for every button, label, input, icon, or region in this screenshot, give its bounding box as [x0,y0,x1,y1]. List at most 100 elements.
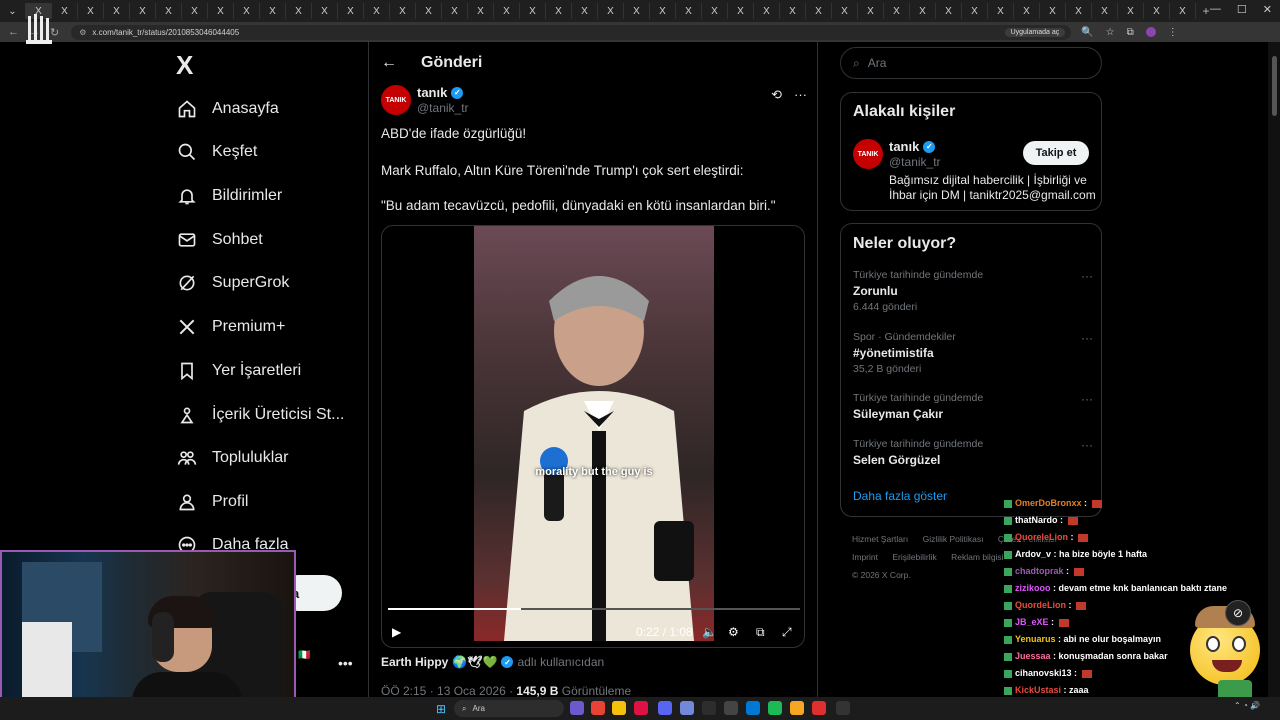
browser-tab[interactable]: X [1066,3,1092,19]
spotify-icon[interactable] [768,701,782,715]
browser-tab[interactable]: X [1092,3,1118,19]
taskbar-app-icon[interactable] [812,701,826,715]
back-arrow-icon[interactable]: ← [8,26,19,39]
author-name[interactable]: tanık [417,85,447,100]
browser-tab[interactable]: X [832,3,858,19]
chrome-icon[interactable] [591,701,605,715]
video-player[interactable]: morality but the guy is ▶ 0:22 / 1:08 🔈 … [381,225,805,648]
nav-item[interactable]: Anasayfa [176,94,279,124]
play-icon[interactable]: ▶ [392,625,401,639]
nav-item[interactable]: Topluluklar [176,443,288,473]
browser-tab[interactable]: X [676,3,702,19]
taskbar-app-icon[interactable] [836,701,850,715]
trend-more-icon[interactable]: ··· [1081,392,1093,406]
browser-tab[interactable]: X [728,3,754,19]
maximize-icon[interactable]: ☐ [1237,3,1247,16]
open-in-app-button[interactable]: Uygulamada aç [1004,27,1066,37]
browser-tab[interactable]: X [312,3,338,19]
tab-list-menu-icon[interactable]: ⌄ [0,3,26,19]
browser-tab[interactable]: X [1170,3,1196,19]
browser-tab[interactable]: X [468,3,494,19]
system-tray[interactable]: ⌃ ◔ 🔊 [1234,701,1260,710]
menu-dots-icon[interactable]: ⋮ [1168,27,1178,38]
browser-tab[interactable]: X [390,3,416,19]
browser-tab[interactable]: X [182,3,208,19]
close-icon[interactable]: ✕ [1263,3,1272,16]
scrollbar-track[interactable] [1268,42,1280,697]
browser-tab[interactable]: X [884,3,910,19]
nav-item[interactable]: SuperGrok [176,268,289,298]
browser-tab[interactable]: X [936,3,962,19]
scrollbar-thumb[interactable] [1272,56,1277,116]
profile-avatar-icon[interactable] [1145,26,1156,37]
taskbar-app-icon[interactable] [702,701,716,715]
extensions-icon[interactable]: ⧉ [1127,27,1134,38]
taskbar-app-icon[interactable] [634,701,648,715]
taskbar-app-icon[interactable] [570,701,584,715]
nav-item[interactable]: Bildirimler [176,181,282,211]
video-frame[interactable]: morality but the guy is [474,226,714,641]
nav-item[interactable]: Premium+ [176,312,285,342]
browser-tab[interactable]: X [1118,3,1144,19]
browser-tab[interactable]: X [494,3,520,19]
browser-tab[interactable]: X [338,3,364,19]
footer-link[interactable]: Gizlilik Politikası [923,534,984,544]
browser-tab[interactable]: X [234,3,260,19]
browser-tab[interactable]: X [702,3,728,19]
browser-tab[interactable]: X [1144,3,1170,19]
taskbar-app-icon[interactable] [746,701,760,715]
zoom-icon[interactable]: 🔍 [1081,27,1093,38]
browser-tab[interactable]: X [104,3,130,19]
browser-tab[interactable]: X [858,3,884,19]
browser-tab[interactable]: X [156,3,182,19]
author-handle[interactable]: @tanik_tr [417,101,469,115]
browser-tab[interactable]: X [572,3,598,19]
trend-item[interactable]: Türkiye tarihinde gündemde Süleyman Çakır… [853,392,1093,421]
browser-tab[interactable]: X [286,3,312,19]
show-more-link[interactable]: Daha fazla göster [853,489,947,503]
footer-link[interactable]: Reklam bilgisi [951,552,1003,562]
trend-more-icon[interactable]: ··· [1081,331,1093,345]
site-info-icon[interactable]: ⚙ [79,28,86,37]
related-avatar[interactable]: TANIK [853,139,883,169]
author-avatar[interactable]: TANIK [381,85,411,115]
browser-tab[interactable]: X [624,3,650,19]
browser-tab[interactable]: X [130,3,156,19]
volume-icon[interactable]: 🔈 [702,625,717,639]
browser-tab[interactable]: X [52,3,78,19]
more-options-icon[interactable]: ··· [794,87,807,103]
browser-tab[interactable]: X [988,3,1014,19]
footer-link[interactable]: Imprint [852,552,878,562]
taskbar-search[interactable]: ⌕ Ara [454,700,564,717]
browser-tab[interactable]: X [650,3,676,19]
taskbar-app-icon[interactable] [724,701,738,715]
follow-button[interactable]: Takip et [1023,141,1089,165]
related-handle[interactable]: @tanik_tr [889,155,941,169]
trend-item[interactable]: Türkiye tarihinde gündemde Selen Görgüzel… [853,438,1093,467]
browser-tab[interactable]: X [806,3,832,19]
related-name-row[interactable]: tanık ✓ [889,139,936,154]
discord-icon[interactable] [658,701,672,715]
trend-item[interactable]: Türkiye tarihinde gündemde Zorunlu 6.444 g… [853,269,1093,313]
browser-tab[interactable]: X [754,3,780,19]
nav-item[interactable]: Yer İşaretleri [176,356,301,386]
nav-item[interactable]: Sohbet [176,225,263,255]
back-arrow-icon[interactable]: ← [381,54,397,72]
footer-link[interactable]: Hizmet Şartları [852,534,908,544]
post-timestamp[interactable]: ÖÖ 2:15 · 13 Oca 2026 · [381,684,516,698]
account-menu-icon[interactable]: ••• [338,655,353,671]
media-source-name[interactable]: Earth Hippy [381,655,448,669]
nav-item[interactable]: Keşfet [176,137,257,167]
nav-item[interactable]: Profil [176,487,248,517]
windows-start-icon[interactable]: ⊞ [436,702,446,716]
fullscreen-icon[interactable]: ⤢ [782,625,792,640]
related-name[interactable]: tanık [889,139,919,154]
browser-tab[interactable]: X [598,3,624,19]
taskbar-app-icon[interactable] [680,701,694,715]
author-name-row[interactable]: tanık ✓ [417,85,464,100]
browser-tab[interactable]: X [416,3,442,19]
browser-tab[interactable]: X [78,3,104,19]
minimize-icon[interactable]: — [1210,3,1221,16]
browser-tab[interactable]: X [910,3,936,19]
trend-more-icon[interactable]: ··· [1081,269,1093,283]
